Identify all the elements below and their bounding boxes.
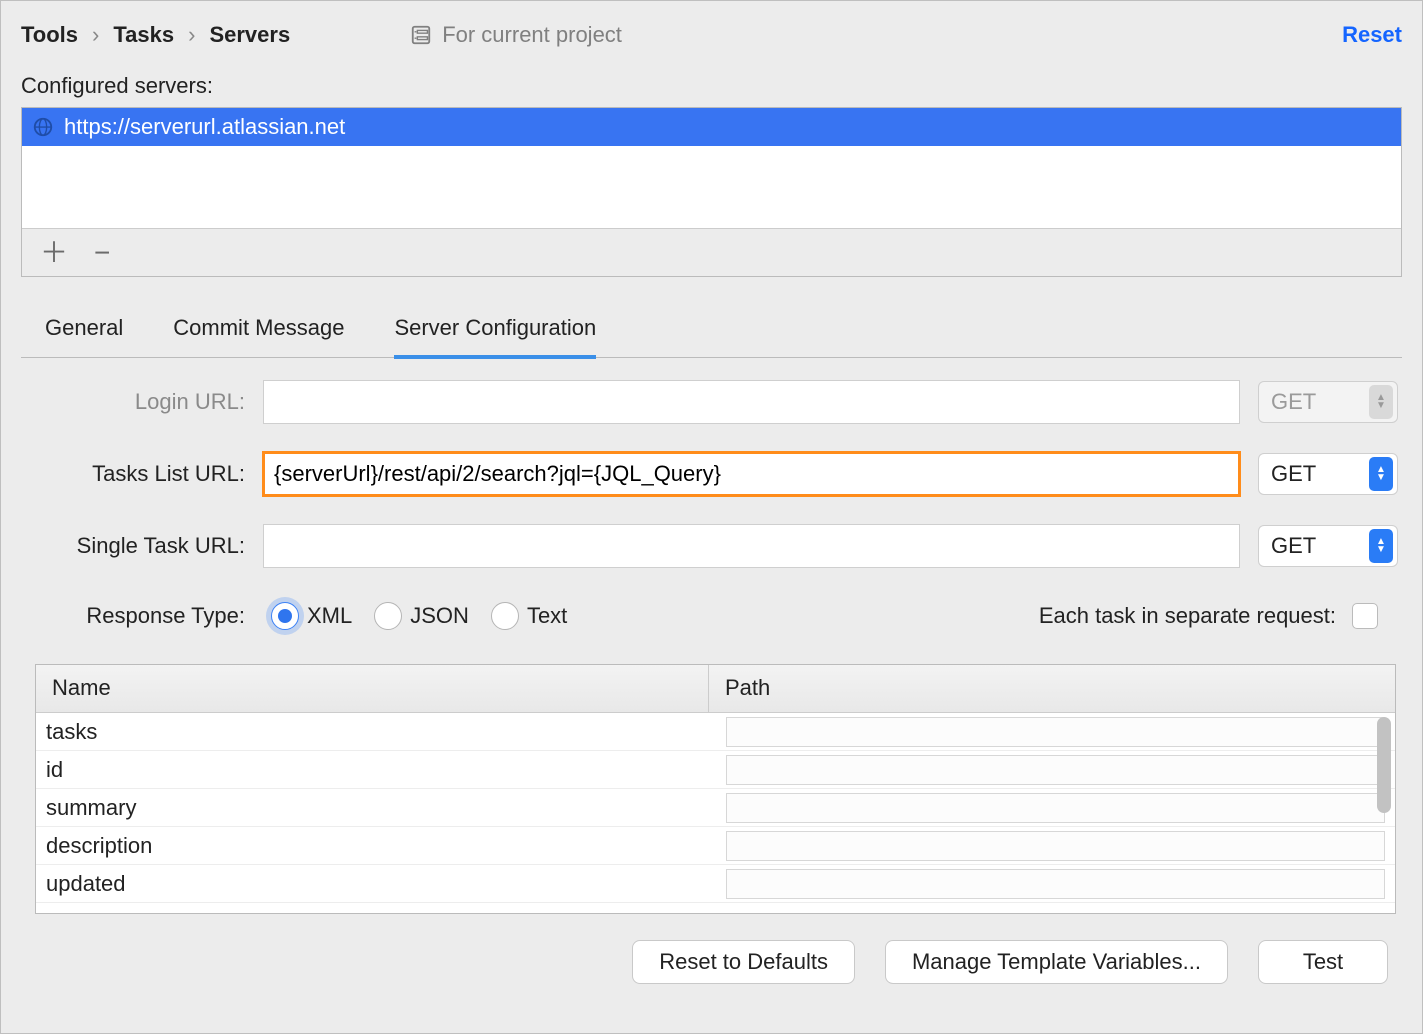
response-type-json[interactable]: JSON [374,602,469,630]
column-name[interactable]: Name [36,665,709,712]
single-task-url-row: Single Task URL: GET ▲▼ [35,524,1398,568]
login-url-method-select: GET ▲▼ [1258,381,1398,423]
row-path-input[interactable] [726,717,1386,747]
each-task-label: Each task in separate request: [1039,603,1336,629]
radio-icon [491,602,519,630]
server-row[interactable]: https://serverurl.atlassian.net [22,108,1401,146]
table-row[interactable]: tasks [36,713,1395,751]
login-url-row: Login URL: GET ▲▼ [35,380,1398,424]
single-task-url-method-select[interactable]: GET ▲▼ [1258,525,1398,567]
breadcrumb: Tools › Tasks › Servers [21,22,290,48]
tasks-list-url-row: Tasks List URL: GET ▲▼ [35,452,1398,496]
remove-server-button[interactable]: − [94,239,110,267]
table-row[interactable]: summary [36,789,1395,827]
table-row[interactable]: id [36,751,1395,789]
row-name: id [36,751,716,788]
project-scope-label: For current project [442,22,622,48]
login-url-label: Login URL: [35,389,245,415]
radio-icon [374,602,402,630]
tab-commit-message[interactable]: Commit Message [173,315,344,357]
project-scope: For current project [410,22,622,48]
table-header: Name Path [36,665,1395,713]
configured-servers-label: Configured servers: [21,73,1402,99]
row-name: summary [36,789,716,826]
chevron-updown-icon: ▲▼ [1369,385,1393,419]
table-row[interactable]: updated [36,865,1395,903]
radio-icon [271,602,299,630]
response-type-text-label: Text [527,603,567,629]
servers-toolbar: ＋ − [22,228,1401,276]
single-task-url-method: GET [1271,533,1316,559]
response-type-label: Response Type: [35,603,245,629]
scrollbar-thumb[interactable] [1377,717,1391,813]
column-path[interactable]: Path [709,665,1395,712]
row-name: tasks [36,713,716,750]
response-type-xml[interactable]: XML [271,602,352,630]
button-row: Reset to Defaults Manage Template Variab… [21,940,1402,984]
reset-to-defaults-button[interactable]: Reset to Defaults [632,940,855,984]
tab-general[interactable]: General [45,315,123,357]
server-url: https://serverurl.atlassian.net [64,114,345,140]
chevron-right-icon: › [188,22,195,48]
chevron-updown-icon: ▲▼ [1369,529,1393,563]
single-task-url-label: Single Task URL: [35,533,245,559]
each-task-row: Each task in separate request: [1039,603,1378,629]
row-path-input[interactable] [726,831,1386,861]
row-path-input[interactable] [726,869,1386,899]
table-row[interactable]: description [36,827,1395,865]
manage-template-variables-button[interactable]: Manage Template Variables... [885,940,1228,984]
row-path-input[interactable] [726,755,1386,785]
tasks-list-url-method-select[interactable]: GET ▲▼ [1258,453,1398,495]
project-scope-icon [410,24,432,46]
row-name: updated [36,865,716,902]
path-table: Name Path tasks id summary description u… [35,664,1396,914]
breadcrumb-tools[interactable]: Tools [21,22,78,48]
response-type-json-label: JSON [410,603,469,629]
configured-servers-list[interactable]: https://serverurl.atlassian.net [22,108,1401,228]
response-type-row: Response Type: XML JSON Text Each task i… [21,602,1402,630]
tabs: General Commit Message Server Configurat… [21,305,1402,358]
globe-icon [32,116,54,138]
reset-link[interactable]: Reset [1342,22,1402,48]
login-url-method: GET [1271,389,1316,415]
row-path-input[interactable] [726,793,1386,823]
chevron-updown-icon: ▲▼ [1369,457,1393,491]
response-type-text[interactable]: Text [491,602,567,630]
row-name: description [36,827,716,864]
single-task-url-input[interactable] [263,524,1240,568]
tasks-list-url-label: Tasks List URL: [35,461,245,487]
add-server-button[interactable]: ＋ [40,239,68,267]
breadcrumb-tasks[interactable]: Tasks [113,22,174,48]
settings-panel: Tools › Tasks › Servers For current proj… [0,0,1423,1034]
response-type-xml-label: XML [307,603,352,629]
topbar: Tools › Tasks › Servers For current proj… [21,15,1402,55]
tab-server-configuration[interactable]: Server Configuration [394,315,596,359]
breadcrumb-servers[interactable]: Servers [209,22,290,48]
table-body: tasks id summary description updated [36,713,1395,903]
server-config-form: Login URL: GET ▲▼ Tasks List URL: GET ▲▼… [21,380,1402,568]
chevron-right-icon: › [92,22,99,48]
test-button[interactable]: Test [1258,940,1388,984]
each-task-checkbox[interactable] [1352,603,1378,629]
tasks-list-url-input[interactable] [263,452,1240,496]
login-url-input [263,380,1240,424]
configured-servers-box: https://serverurl.atlassian.net ＋ − [21,107,1402,277]
tasks-list-url-method: GET [1271,461,1316,487]
